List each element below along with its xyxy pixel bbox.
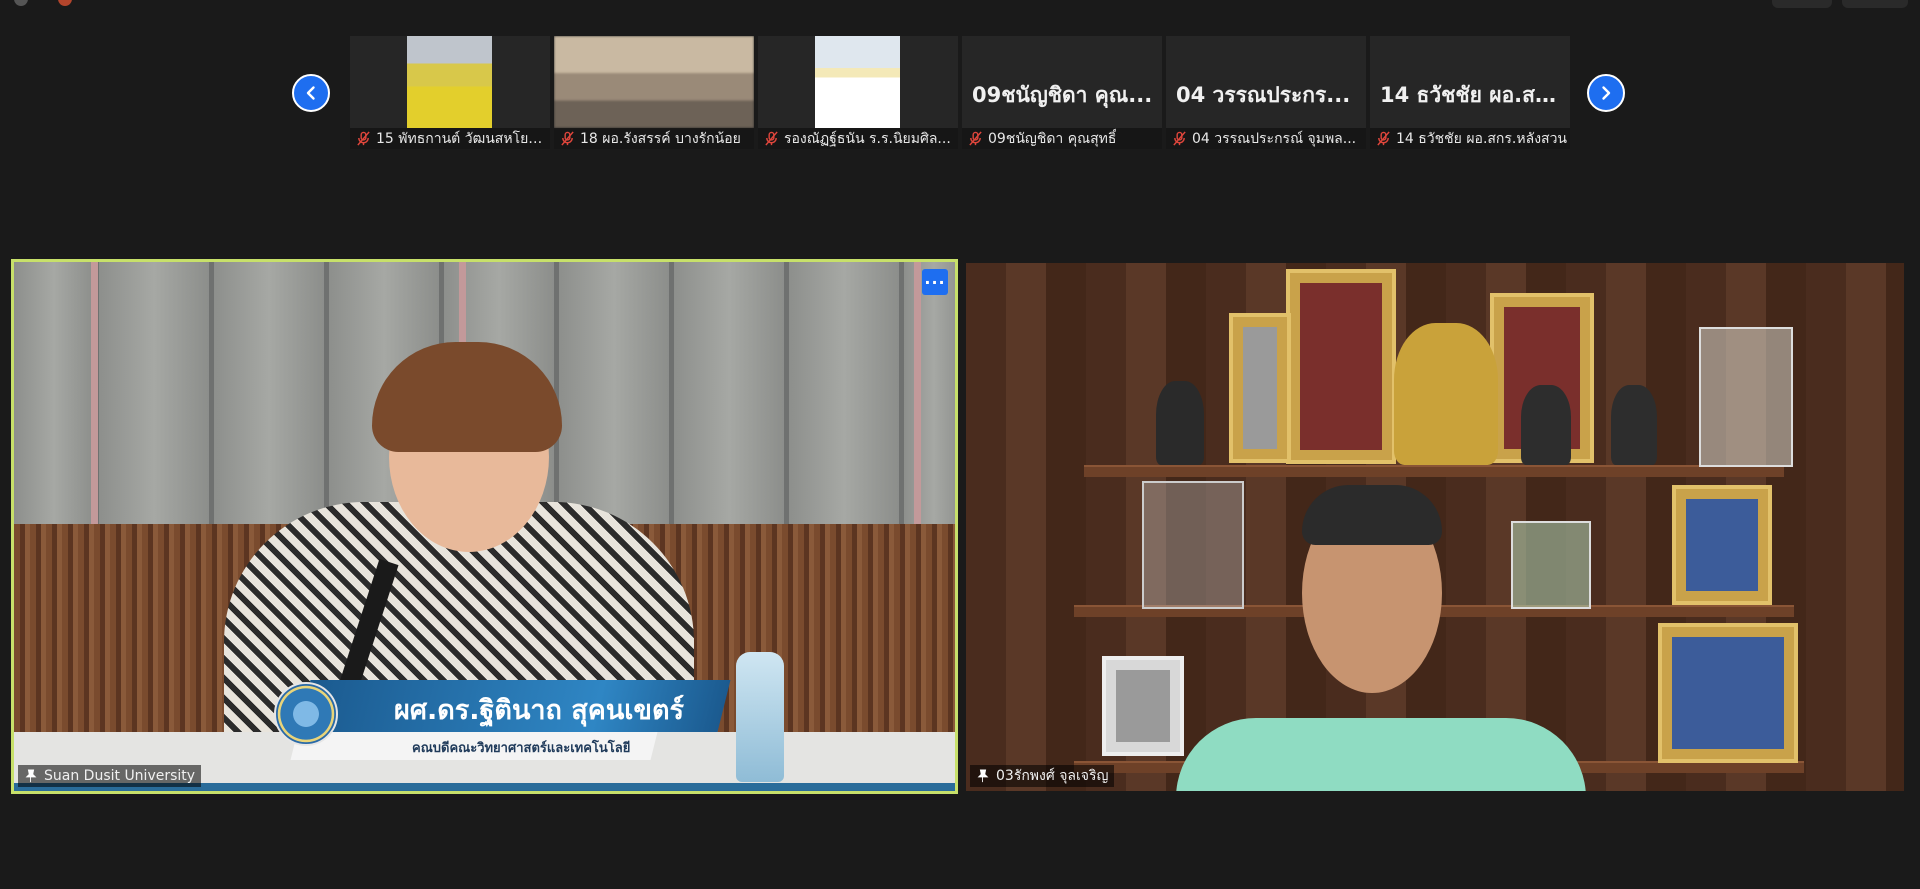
participant-name: 18 ผอ.รังสรรค์ บางรักน้อย bbox=[580, 130, 741, 147]
pin-icon bbox=[25, 769, 37, 783]
participant-figure bbox=[1176, 718, 1586, 791]
mic-off-icon bbox=[969, 131, 982, 146]
mic-off-icon bbox=[765, 131, 778, 146]
participant-thumbnail[interactable]: 14 ธวัชชัย ผอ.สก... 14 ธวัชชัย ผอ.สกร.หล… bbox=[1370, 36, 1570, 149]
pin-icon bbox=[977, 769, 989, 783]
mic-off-icon bbox=[561, 131, 574, 146]
participant-display-name: 04 วรรณประกร... bbox=[1176, 83, 1351, 107]
toolbar-button[interactable] bbox=[1772, 0, 1832, 8]
university-logo-icon bbox=[274, 682, 338, 746]
participant-display-name: 14 ธวัชชัย ผอ.สก... bbox=[1380, 83, 1562, 107]
participant-thumbnail[interactable]: 04 วรรณประกร... 04 วรรณประกรณ์ จุมพล... bbox=[1166, 36, 1366, 149]
caption-title: คณบดีคณะวิทยาศาสตร์และเทคโนโลยี bbox=[412, 741, 631, 756]
chevron-right-icon bbox=[1602, 86, 1611, 100]
mic-off-icon bbox=[1173, 131, 1186, 146]
participant-name: 14 ธวัชชัย ผอ.สกร.หลังสวน bbox=[1396, 130, 1568, 147]
video-tile[interactable]: 03รักพงศ์ จุลเจริญ bbox=[966, 263, 1904, 791]
participant-label: 14 ธวัชชัย ผอ.สกร.หลังสวน bbox=[1370, 128, 1570, 149]
video-tile-active-speaker[interactable]: ผศ.ดร.ฐิตินาถ สุคนเขตร์ คณบดีคณะวิทยาศาส… bbox=[11, 259, 958, 794]
participant-thumbnail[interactable]: รองณัฏฐ์ธนัน ร.ร.นิยมศิล... bbox=[758, 36, 958, 149]
participant-label: 15 พัทธกานต์ วัฒนสหโยธิ... bbox=[350, 128, 550, 149]
participant-name: รองณัฏฐ์ธนัน ร.ร.นิยมศิล... bbox=[784, 130, 951, 147]
prev-page-button[interactable] bbox=[292, 74, 330, 112]
participant-label: 04 วรรณประกรณ์ จุมพล... bbox=[1166, 128, 1366, 149]
participant-video bbox=[407, 36, 492, 128]
participant-display-name: 09ชนัญชิดา คุณ... bbox=[972, 83, 1153, 107]
participant-label: 09ชนัญชิดา คุณสุทธิ์ bbox=[962, 128, 1162, 149]
lower-third-caption: ผศ.ดร.ฐิตินาถ สุคนเขตร์ คณบดีคณะวิทยาศาส… bbox=[274, 680, 731, 772]
next-page-button[interactable] bbox=[1587, 74, 1625, 112]
window-control-icon[interactable] bbox=[14, 0, 28, 6]
participant-video bbox=[966, 263, 1904, 791]
mic-off-icon bbox=[357, 131, 370, 146]
participant-video bbox=[554, 36, 754, 128]
window-control-icon[interactable] bbox=[58, 0, 72, 6]
participant-label: 18 ผอ.รังสรรค์ บางรักน้อย bbox=[554, 128, 754, 149]
participant-name: 03รักพงศ์ จุลเจริญ bbox=[996, 768, 1109, 784]
participant-name-tag: 03รักพงศ์ จุลเจริญ bbox=[970, 765, 1115, 787]
participant-thumbnail[interactable]: 09ชนัญชิดา คุณ... 09ชนัญชิดา คุณสุทธิ์ bbox=[962, 36, 1162, 149]
participant-name: Suan Dusit University bbox=[44, 768, 196, 784]
toolbar-button[interactable] bbox=[1842, 0, 1908, 8]
participant-name: 04 วรรณประกรณ์ จุมพล... bbox=[1192, 130, 1357, 147]
participant-name: 09ชนัญชิดา คุณสุทธิ์ bbox=[988, 130, 1117, 147]
caption-name: ผศ.ดร.ฐิตินาถ สุคนเขตร์ bbox=[394, 695, 685, 726]
participant-thumbnail[interactable]: 18 ผอ.รังสรรค์ บางรักน้อย bbox=[554, 36, 754, 149]
mic-off-icon bbox=[1377, 131, 1390, 146]
participant-label: รองณัฏฐ์ธนัน ร.ร.นิยมศิล... bbox=[758, 128, 958, 149]
more-options-icon: ··· bbox=[924, 272, 946, 292]
participant-name: 15 พัทธกานต์ วัฒนสหโยธิ... bbox=[376, 130, 550, 147]
participant-name-tag: Suan Dusit University bbox=[18, 765, 202, 787]
more-options-button[interactable]: ··· bbox=[922, 269, 948, 295]
chevron-left-icon bbox=[306, 86, 315, 100]
participant-video bbox=[815, 36, 900, 128]
participant-thumbnail[interactable]: 15 พัทธกานต์ วัฒนสหโยธิ... bbox=[350, 36, 550, 149]
